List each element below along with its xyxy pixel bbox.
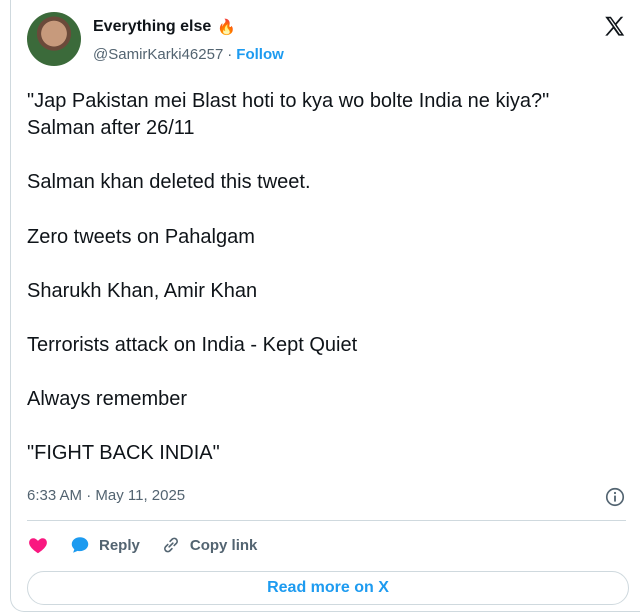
follow-button[interactable]: Follow [236, 46, 284, 63]
fire-emoji-icon: 🔥 [217, 19, 236, 36]
tweet-line: "FIGHT BACK INDIA" [27, 442, 220, 465]
tweet-line-gap [27, 142, 627, 169]
read-more-button[interactable]: Read more on X [27, 571, 629, 605]
avatar[interactable] [27, 12, 81, 66]
tweet-line: Zero tweets on Pahalgam [27, 225, 255, 248]
tweet-line: Salman khan deleted this tweet. [27, 171, 311, 194]
separator-dot: · [227, 46, 233, 63]
tweet-line-gap [27, 359, 627, 386]
tweet-timestamp[interactable]: 6:33 AM · May 11, 2025 [27, 487, 185, 504]
copy-link-button[interactable]: Copy link [160, 534, 258, 556]
divider [27, 520, 626, 521]
tweet-line-gap [27, 251, 627, 278]
author-handle-row: @SamirKarki46257 · Follow [93, 46, 284, 63]
info-icon[interactable] [604, 486, 626, 508]
tweet-line-gap [27, 413, 627, 440]
heart-icon [29, 538, 47, 554]
link-icon [163, 537, 178, 553]
tweet-line: Sharukh Khan, Amir Khan [27, 279, 258, 302]
like-button[interactable] [27, 534, 49, 556]
tweet-line: Salman after 26/11 [27, 117, 195, 140]
tweet-line-gap [27, 305, 627, 332]
copy-link-label: Copy link [189, 536, 258, 554]
author-name-row: Everything else 🔥 [93, 18, 236, 36]
author-handle[interactable]: @SamirKarki46257 [93, 46, 223, 63]
reply-bubble-icon [71, 537, 89, 553]
reply-button[interactable]: Reply [69, 534, 140, 556]
author-name[interactable]: Everything else [93, 18, 211, 36]
tweet-line: Always remember [27, 388, 188, 411]
tweet-line: Terrorists attack on India - Kept Quiet [27, 333, 358, 356]
tweet-line-gap [27, 197, 627, 224]
action-bar: Reply Copy link [27, 534, 257, 556]
tweet-card: Everything else 🔥 @SamirKarki46257 · Follo… [10, 0, 640, 612]
reply-label: Reply [99, 536, 140, 554]
tweet-text: "Jap Pakistan mei Blast hoti to kya wo b… [27, 88, 627, 468]
x-logo-icon[interactable] [602, 14, 628, 40]
tweet-line: "Jap Pakistan mei Blast hoti to kya wo b… [27, 90, 550, 112]
